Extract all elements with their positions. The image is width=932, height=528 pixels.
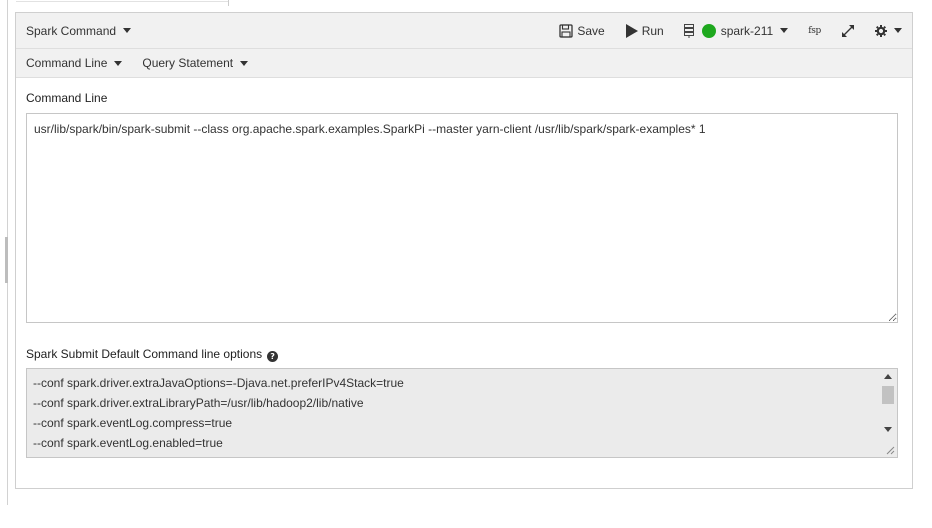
command-type-dropdown[interactable]: Spark Command [26,23,132,38]
cluster-selector[interactable]: spark-211 [683,23,789,38]
command-line-textarea[interactable]: usr/lib/spark/bin/spark-submit --class o… [26,113,898,323]
save-label: Save [577,23,605,38]
tab-query-statement-label: Query Statement [142,56,234,70]
help-icon[interactable]: ? [267,351,279,362]
option-line: --conf spark.driver.extraLibraryPath=/us… [33,396,364,410]
run-button[interactable]: Run [625,23,664,38]
expand-icon [841,24,855,38]
gear-icon [875,24,887,37]
default-options-list: --conf spark.driver.extraJavaOptions=-Dj… [27,369,897,454]
command-type-label: Spark Command [26,23,117,38]
top-tab-underline [16,0,228,2]
tab-query-statement[interactable]: Query Statement [142,56,249,70]
top-divider [228,0,229,6]
play-icon [625,23,638,38]
chevron-down-icon [123,28,132,33]
defaults-heading-label: Spark Submit Default Command line option… [26,347,263,361]
chevron-down-icon [894,28,902,33]
scroll-thumb[interactable] [882,386,894,404]
option-line: --conf spark.eventLog.compress=true [33,416,233,430]
chevron-down-icon [114,60,123,66]
default-options-box: --conf spark.driver.extraJavaOptions=-Dj… [26,368,898,458]
scroll-up-icon[interactable] [884,374,892,379]
chevron-down-icon [780,28,789,33]
option-line: --conf spark.driver.extraJavaOptions=-Dj… [33,376,404,390]
run-label: Run [641,23,664,38]
chevron-down-icon [240,60,249,66]
command-line-heading: Command Line [26,91,108,105]
settings-dropdown[interactable] [875,24,902,37]
expand-button[interactable] [841,24,855,38]
scroll-down-icon[interactable] [884,427,892,432]
save-icon [559,23,573,38]
cluster-icon [683,23,694,38]
cluster-name: spark-211 [720,23,774,38]
tab-command-line-label: Command Line [26,56,108,70]
option-line: --conf spark.eventLog.enabled=true [33,436,223,450]
command-editor-panel: Spark Command Save Run spark-211 fsp Com… [15,12,913,489]
cluster-status-dot [701,23,716,38]
editor-subtabs: Command Line Query Statement [16,49,912,78]
save-button[interactable]: Save [559,23,605,38]
tab-command-line[interactable]: Command Line [26,56,123,70]
vertical-scrollbar[interactable] [880,369,897,457]
pane-resize-handle[interactable] [5,237,8,283]
fsp-button[interactable]: fsp [808,26,821,36]
editor-toolbar: Spark Command Save Run spark-211 fsp [16,13,912,49]
defaults-heading: Spark Submit Default Command line option… [26,347,279,362]
resize-grip-icon[interactable] [886,446,895,455]
